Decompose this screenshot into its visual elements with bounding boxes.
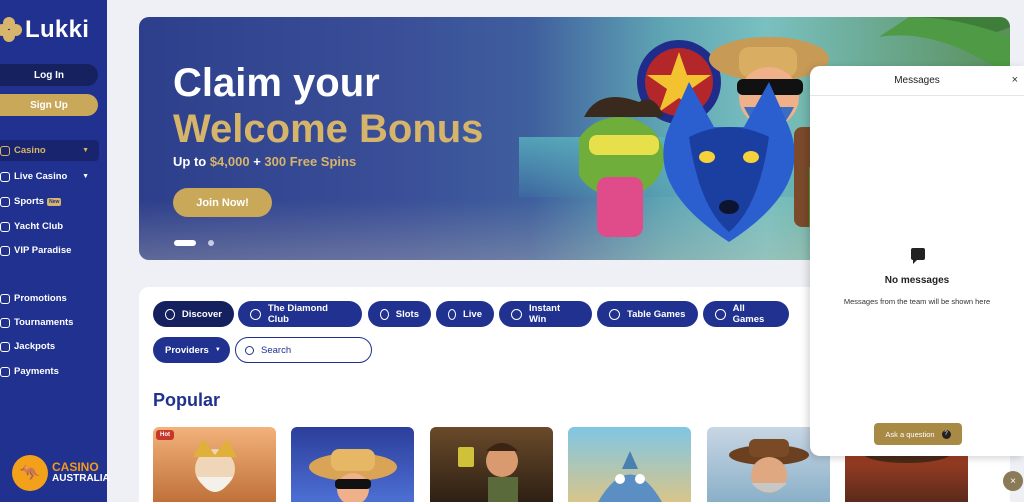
search-box[interactable] — [235, 337, 372, 363]
messages-title: Messages — [894, 75, 940, 86]
nav-item-vip-paradise[interactable]: VIP Paradise — [0, 240, 99, 261]
messages-header: Messages × — [810, 66, 1024, 96]
slots-icon — [380, 308, 389, 320]
live-icon — [448, 308, 456, 320]
section-title-popular: Popular — [153, 390, 221, 410]
category-slots[interactable]: Slots — [368, 301, 431, 327]
nav-label: VIP Paradise — [14, 245, 72, 256]
trophy-icon — [0, 317, 10, 328]
nav-item-promotions[interactable]: Promotions — [0, 288, 99, 309]
chevron-down-icon: ▼ — [82, 147, 89, 154]
nav-item-sports[interactable]: Sports New — [0, 191, 99, 212]
nav-item-live-casino[interactable]: Live Casino ▼ — [0, 166, 99, 187]
search-input[interactable] — [261, 344, 361, 356]
live-casino-icon — [0, 171, 10, 182]
nav-label: Jackpots — [14, 341, 56, 352]
nav-item-tournaments[interactable]: Tournaments — [0, 312, 99, 333]
carousel-dot-active[interactable] — [174, 240, 196, 246]
messages-panel: Messages × No messages Messages from the… — [810, 66, 1024, 456]
question-icon: ? — [941, 429, 951, 439]
brand-name: Lukki — [25, 16, 90, 43]
new-badge: New — [47, 197, 62, 206]
kangaroo-icon: 🦘 — [12, 455, 48, 491]
sports-icon — [0, 196, 10, 207]
category-discover[interactable]: Discover — [153, 301, 234, 327]
nav-label: Sports — [14, 196, 45, 207]
diamond-icon — [250, 308, 261, 320]
category-diamond-club[interactable]: The Diamond Club — [238, 301, 362, 327]
game-tile[interactable] — [430, 427, 553, 502]
chevron-down-icon: ▼ — [82, 173, 89, 180]
table-games-icon — [609, 308, 620, 320]
gift-icon — [0, 293, 10, 304]
banner-headline-highlight: Welcome Bonus — [173, 107, 484, 151]
nav-label: Promotions — [14, 293, 67, 304]
join-now-button[interactable]: Join Now! — [173, 188, 272, 217]
chat-close-button[interactable]: × — [1003, 471, 1023, 491]
banner-subline: Up to $4,000 + 300 Free Spins — [173, 154, 357, 169]
signup-button[interactable]: Sign Up — [0, 94, 98, 116]
nav-label: Payments — [14, 366, 59, 377]
grid-icon — [715, 308, 726, 320]
rocket-icon — [511, 308, 522, 320]
nav-label: Casino — [14, 145, 46, 156]
sidebar: Lukki Log In Sign Up Casino ▼ Live Casin… — [0, 0, 110, 502]
game-tile[interactable]: Hot — [153, 427, 276, 502]
category-table-games[interactable]: Table Games — [597, 301, 698, 327]
hot-badge: Hot — [156, 430, 174, 440]
bonus-amount: $4,000 — [209, 154, 250, 169]
nav-label: Live Casino — [14, 171, 68, 182]
chevron-down-icon: ▼ — [214, 347, 221, 353]
category-instant-win[interactable]: Instant Win — [499, 301, 592, 327]
game-thumbnail — [309, 449, 397, 502]
login-button[interactable]: Log In — [0, 64, 98, 86]
ask-question-button[interactable]: Ask a question ? — [874, 423, 962, 445]
pointer-icon — [165, 308, 175, 320]
payments-icon — [0, 366, 10, 377]
clover-icon — [0, 17, 22, 43]
banner-headline: Claim your — [173, 61, 380, 105]
free-spins: 300 Free Spins — [264, 154, 357, 169]
watermark-line2: AUSTRALIA — [52, 473, 110, 484]
nav-item-yacht-club[interactable]: Yacht Club — [0, 216, 99, 237]
search-icon — [245, 345, 254, 355]
category-live[interactable]: Live — [436, 301, 494, 327]
providers-dropdown[interactable]: Providers ▼ — [153, 337, 230, 363]
nav-label: Tournaments — [14, 317, 74, 328]
game-tile[interactable] — [568, 427, 691, 502]
game-thumbnail — [458, 443, 518, 502]
jackpot-icon — [0, 341, 10, 352]
category-all-games[interactable]: All Games — [703, 301, 789, 327]
logo[interactable]: Lukki — [0, 16, 89, 44]
casino-icon — [0, 145, 10, 156]
watermark-line1: CASINO — [52, 460, 99, 474]
carousel-dots — [174, 240, 214, 246]
carousel-dot[interactable] — [208, 240, 214, 246]
vip-icon — [0, 245, 10, 256]
message-icon — [911, 248, 925, 264]
nav-item-jackpots[interactable]: Jackpots — [0, 336, 99, 357]
yacht-icon — [0, 221, 10, 232]
game-thumbnail — [598, 451, 662, 502]
close-icon[interactable]: × — [1012, 74, 1018, 86]
nav-item-casino[interactable]: Casino ▼ — [0, 140, 99, 161]
game-tile[interactable] — [291, 427, 414, 502]
empty-state-title: No messages — [884, 275, 950, 286]
empty-state-subtitle: Messages from the team will be shown her… — [843, 297, 991, 306]
casino-australia-watermark: 🦘 CASINO AUSTRALIA — [12, 455, 110, 491]
nav-item-payments[interactable]: Payments — [0, 361, 99, 382]
nav-label: Yacht Club — [14, 221, 64, 232]
